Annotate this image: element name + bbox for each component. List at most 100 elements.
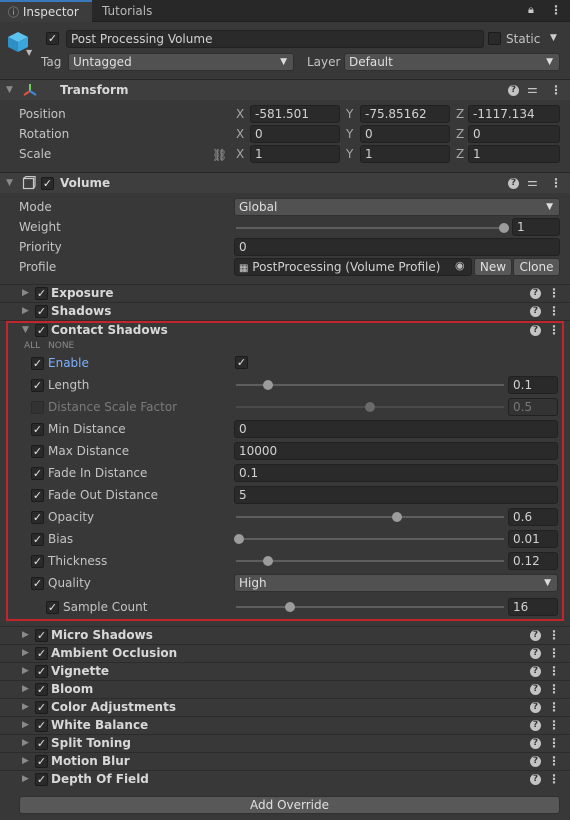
object-active-checkbox[interactable]: ✓ xyxy=(46,32,59,45)
length-input[interactable]: 0.1 xyxy=(508,376,558,394)
max-distance-input[interactable]: 10000 xyxy=(234,442,558,460)
bias-slider-track[interactable] xyxy=(236,538,504,540)
volume-header[interactable]: ▼ ✓ Volume ? ⚌ ⋮ xyxy=(0,172,570,193)
rotation-y-input[interactable]: 0 xyxy=(360,125,450,143)
presets-sliders-icon[interactable]: ⚌ xyxy=(527,175,538,189)
enable-checkbox[interactable]: ✓ xyxy=(235,356,248,369)
sample-count-input[interactable]: 16 xyxy=(508,598,558,616)
override-header[interactable]: ▶ ✓ White Balance? ⋮ xyxy=(0,717,570,734)
sample-count-slider-track[interactable] xyxy=(236,606,504,608)
foldout-arrow-icon[interactable]: ▶ xyxy=(22,630,29,640)
override-enabled-checkbox[interactable]: ✓ xyxy=(35,737,48,750)
opacity-slider-track[interactable] xyxy=(236,516,504,518)
override-enabled-checkbox[interactable]: ✓ xyxy=(35,287,48,300)
presets-sliders-icon[interactable]: ⚌ xyxy=(527,82,538,96)
foldout-arrow-icon[interactable]: ▶ xyxy=(22,648,29,658)
thickness-slider-track[interactable] xyxy=(236,560,504,562)
override-enabled-checkbox[interactable]: ✓ xyxy=(35,629,48,642)
thickness-input[interactable]: 0.12 xyxy=(508,552,558,570)
foldout-arrow-icon[interactable]: ▶ xyxy=(22,684,29,694)
fade-out-distance-override-checkbox[interactable]: ✓ xyxy=(31,489,44,502)
override-menu-kebab-icon[interactable]: ⋮ xyxy=(548,682,560,696)
profile-object-field[interactable]: ▦ PostProcessing (Volume Profile) xyxy=(234,258,472,276)
override-header[interactable]: ▶ ✓ Shadows? ⋮ xyxy=(0,303,570,320)
help-icon[interactable]: ? xyxy=(530,684,541,695)
sample-count-slider-knob[interactable] xyxy=(284,602,295,612)
override-enabled-checkbox[interactable]: ✓ xyxy=(35,755,48,768)
foldout-arrow-icon[interactable]: ▶ xyxy=(22,738,29,748)
bias-input[interactable]: 0.01 xyxy=(508,530,558,548)
fade-in-distance-override-checkbox[interactable]: ✓ xyxy=(31,467,44,480)
override-enabled-checkbox[interactable]: ✓ xyxy=(35,719,48,732)
position-z-input[interactable]: -1117.134 xyxy=(468,105,560,123)
layer-dropdown[interactable]: Default ▼ xyxy=(344,53,560,71)
foldout-arrow-icon[interactable]: ▶ xyxy=(22,666,29,676)
help-icon[interactable]: ? xyxy=(508,85,519,96)
min-distance-override-checkbox[interactable]: ✓ xyxy=(31,423,44,436)
override-menu-kebab-icon[interactable]: ⋮ xyxy=(548,304,560,318)
override-menu-kebab-icon[interactable]: ⋮ xyxy=(548,718,560,732)
volume-enabled-checkbox[interactable]: ✓ xyxy=(41,177,54,190)
override-menu-kebab-icon[interactable]: ⋮ xyxy=(548,700,560,714)
override-menu-kebab-icon[interactable]: ⋮ xyxy=(548,736,560,750)
none-toggle[interactable]: NONE xyxy=(48,341,74,351)
scale-y-input[interactable]: 1 xyxy=(360,145,450,163)
tab-inspector[interactable]: ⓘ Inspector xyxy=(0,0,92,22)
position-y-input[interactable]: -75.85162 xyxy=(360,105,450,123)
icon-dropdown-chevron-icon[interactable]: ▼ xyxy=(26,48,32,57)
override-menu-kebab-icon[interactable]: ⋮ xyxy=(548,754,560,768)
opacity-override-checkbox[interactable]: ✓ xyxy=(31,511,44,524)
foldout-arrow-icon[interactable]: ▶ xyxy=(22,288,29,298)
override-enabled-checkbox[interactable]: ✓ xyxy=(35,701,48,714)
override-header[interactable]: ▶ ✓ Bloom? ⋮ xyxy=(0,681,570,698)
override-menu-kebab-icon[interactable]: ⋮ xyxy=(548,664,560,678)
thickness-override-checkbox[interactable]: ✓ xyxy=(31,555,44,568)
help-icon[interactable]: ? xyxy=(530,648,541,659)
quality-dropdown[interactable]: High ▼ xyxy=(234,574,558,592)
quality-override-checkbox[interactable]: ✓ xyxy=(31,577,44,590)
foldout-arrow-icon[interactable]: ▶ xyxy=(22,774,29,784)
help-icon[interactable]: ? xyxy=(530,756,541,767)
max-distance-override-checkbox[interactable]: ✓ xyxy=(31,445,44,458)
lock-icon[interactable]: 🔒︎ xyxy=(528,3,534,17)
component-menu-kebab-icon[interactable]: ⋮ xyxy=(550,83,562,97)
constrain-proportions-link-icon[interactable]: ⛓︎ xyxy=(212,148,227,162)
tab-tutorials[interactable]: Tutorials xyxy=(94,0,160,22)
override-enabled-checkbox[interactable]: ✓ xyxy=(35,305,48,318)
add-override-button[interactable]: Add Override xyxy=(19,796,560,814)
help-icon[interactable]: ? xyxy=(530,306,541,317)
static-checkbox[interactable] xyxy=(488,32,501,45)
help-icon[interactable]: ? xyxy=(530,720,541,731)
foldout-arrow-icon[interactable]: ▶ xyxy=(22,702,29,712)
override-enabled-checkbox[interactable]: ✓ xyxy=(35,683,48,696)
min-distance-input[interactable]: 0 xyxy=(234,420,558,438)
override-header[interactable]: ▶ ✓ Vignette? ⋮ xyxy=(0,663,570,680)
length-override-checkbox[interactable]: ✓ xyxy=(31,379,44,392)
foldout-arrow-icon[interactable]: ▶ xyxy=(22,306,29,316)
all-toggle[interactable]: ALL xyxy=(24,341,40,351)
object-picker-target-icon[interactable]: ◉ xyxy=(455,259,465,272)
override-header[interactable]: ▶ ✓ Ambient Occlusion? ⋮ xyxy=(0,645,570,662)
priority-input[interactable]: 0 xyxy=(234,238,560,256)
weight-input[interactable]: 1 xyxy=(512,218,560,236)
scale-z-input[interactable]: 1 xyxy=(468,145,560,163)
weight-slider-knob[interactable] xyxy=(499,223,509,233)
new-profile-button[interactable]: New xyxy=(474,258,512,276)
help-icon[interactable]: ? xyxy=(530,702,541,713)
help-icon[interactable]: ? xyxy=(530,666,541,677)
weight-slider-track[interactable] xyxy=(236,227,504,229)
foldout-arrow-icon[interactable]: ▶ xyxy=(22,756,29,766)
override-header[interactable]: ▶ ✓ Color Adjustments? ⋮ xyxy=(0,699,570,716)
opacity-input[interactable]: 0.6 xyxy=(508,508,558,526)
override-menu-kebab-icon[interactable]: ⋮ xyxy=(548,286,560,300)
help-icon[interactable]: ? xyxy=(508,178,519,189)
override-header[interactable]: ▶ ✓ Exposure? ⋮ xyxy=(0,285,570,302)
help-icon[interactable]: ? xyxy=(530,630,541,641)
static-dropdown-chevron-icon[interactable]: ▼ xyxy=(550,33,557,43)
override-menu-kebab-icon[interactable]: ⋮ xyxy=(548,646,560,660)
bias-slider-knob[interactable] xyxy=(233,534,244,544)
rotation-z-input[interactable]: 0 xyxy=(468,125,560,143)
override-header[interactable]: ▶ ✓ Split Toning? ⋮ xyxy=(0,735,570,752)
fade-out-distance-input[interactable]: 5 xyxy=(234,486,558,504)
help-icon[interactable]: ? xyxy=(530,738,541,749)
